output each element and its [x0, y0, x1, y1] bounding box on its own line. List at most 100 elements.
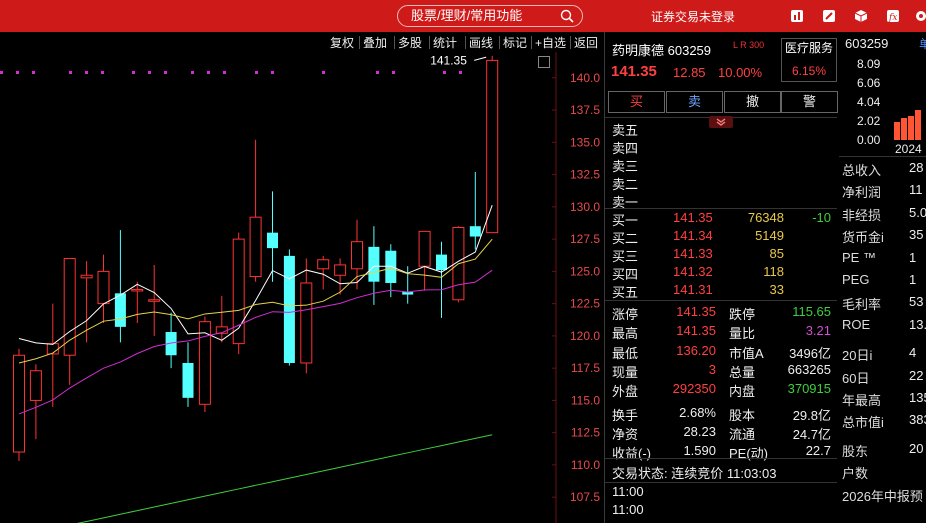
finance-label[interactable]: 货币金i: [842, 227, 884, 246]
event-marker: [443, 71, 446, 74]
candle-body: [182, 362, 194, 398]
event-marker: [322, 71, 325, 74]
draw-line-button[interactable]: 画线: [469, 34, 493, 51]
function-icon[interactable]: fx: [886, 9, 900, 23]
finance-label[interactable]: 60日: [842, 368, 869, 387]
bid-row[interactable]: 买三 141.33 85: [605, 246, 837, 264]
finance-label[interactable]: 户数: [842, 463, 868, 482]
bid-label: 买三: [612, 249, 639, 264]
stat-item: 最低 136.20: [612, 343, 716, 361]
ask-row[interactable]: 卖三: [605, 156, 837, 174]
finance-label[interactable]: 2026年中报预: [842, 486, 923, 505]
finance-axis-tick: 8.09: [857, 57, 881, 71]
price-tick-label: 125.0: [570, 264, 600, 278]
finance-label[interactable]: PE ™: [842, 250, 876, 265]
overlay-button[interactable]: 叠加: [363, 34, 387, 51]
candle-body: [29, 370, 42, 401]
panel-toggle-checkbox[interactable]: [538, 56, 550, 68]
buy-button[interactable]: 买: [608, 91, 665, 113]
divider: [839, 156, 926, 157]
stat-label: 市值A: [729, 345, 764, 361]
toolbar-separator: [570, 36, 571, 49]
divider: [605, 458, 837, 459]
price-tick-label: 122.5: [570, 297, 600, 311]
ask-row[interactable]: 卖二: [605, 174, 837, 192]
finance-label[interactable]: 总市值i: [842, 412, 884, 431]
multi-stock-button[interactable]: 多股: [398, 34, 422, 51]
finance-bar-chart: [894, 110, 921, 140]
finance-label[interactable]: 总收入: [842, 160, 881, 179]
ask-label: 卖三: [612, 159, 639, 174]
event-marker: [191, 71, 194, 74]
finance-label[interactable]: 股东: [842, 441, 868, 460]
sector-box[interactable]: 医疗服务 6.15%: [781, 38, 837, 82]
alert-button[interactable]: 警: [781, 91, 838, 113]
candlestick-chart[interactable]: 140.0 137.5 135.0 132.5 130.0 127.5 125.0 122.5…: [0, 52, 604, 523]
search-input[interactable]: 股票/理财/常用功能: [397, 5, 583, 27]
finance-label[interactable]: 毛利率: [842, 294, 881, 313]
ask-label: 卖二: [612, 177, 639, 192]
stat-value: 29.8亿: [792, 407, 831, 423]
finance-value: 11: [909, 182, 923, 198]
price-tick-label: 135.0: [570, 135, 600, 149]
event-marker: [132, 71, 135, 74]
finance-label[interactable]: 净利润: [842, 182, 881, 201]
statistics-button[interactable]: 统计: [433, 34, 457, 51]
stat-value: 141.35: [676, 323, 716, 339]
bid-row[interactable]: 买五 141.31 33: [605, 282, 837, 300]
stat-label: 换手: [612, 407, 639, 423]
finance-label[interactable]: 年最高: [842, 390, 881, 409]
edit-icon[interactable]: [822, 9, 836, 23]
login-status[interactable]: 证券交易未登录: [651, 8, 735, 25]
cube-icon[interactable]: [854, 9, 868, 23]
finance-value: 4: [909, 345, 917, 361]
stat-label: 最高: [612, 326, 639, 342]
finance-tab[interactable]: 单: [919, 35, 926, 52]
ask-row[interactable]: 卖四: [605, 138, 837, 156]
add-watchlist-button[interactable]: +自选: [535, 34, 566, 51]
bid-row[interactable]: 买四 141.32 118: [605, 264, 837, 282]
chart-icon[interactable]: [790, 9, 804, 23]
event-marker: [85, 71, 88, 74]
sell-button[interactable]: 卖: [666, 91, 723, 113]
adjust-button[interactable]: 复权: [330, 34, 354, 51]
event-marker: [255, 71, 258, 74]
finance-label[interactable]: 20日i: [842, 345, 872, 364]
candle-body: [486, 59, 499, 234]
cancel-order-button[interactable]: 撤: [724, 91, 781, 113]
bid-label: 买二: [612, 231, 639, 246]
event-marker: [271, 71, 274, 74]
toolbar-separator: [531, 36, 532, 49]
finance-value: 5.0: [909, 204, 926, 220]
stat-value: 115.65: [792, 304, 831, 319]
candle-body: [148, 299, 161, 302]
stock-code: 603259: [667, 43, 712, 58]
candle-body: [469, 226, 481, 237]
sector-name: 医疗服务: [784, 41, 833, 55]
finance-label[interactable]: ROE: [842, 317, 870, 332]
candle-body: [436, 254, 447, 271]
event-marker: [392, 71, 395, 74]
mark-button[interactable]: 标记: [503, 34, 527, 51]
ask-row[interactable]: 卖五: [605, 120, 837, 138]
ask-label: 卖四: [612, 141, 639, 156]
finance-label[interactable]: 非经损: [842, 205, 881, 224]
stat-item: 跌停 115.65: [729, 304, 831, 322]
divider: [605, 482, 837, 483]
price-tick-label: 120.0: [570, 329, 600, 343]
settings-icon[interactable]: [914, 9, 926, 23]
last-price-label: 141.35: [430, 53, 467, 67]
stat-item: 总量 663265: [729, 362, 831, 380]
price-tick-label: 127.5: [570, 232, 600, 246]
bid-row[interactable]: 买一 141.35 76348 -10: [605, 210, 837, 228]
event-marker: [69, 71, 72, 74]
price-tick-label: 107.5: [570, 490, 600, 504]
stat-label: 量比: [729, 326, 756, 342]
bid-row[interactable]: 买二 141.34 5149: [605, 228, 837, 246]
back-button[interactable]: 返回: [574, 34, 598, 51]
search-icon[interactable]: [560, 9, 574, 23]
finance-code: 603259: [845, 36, 889, 51]
finance-label[interactable]: PEG: [842, 272, 869, 287]
event-marker: [459, 71, 462, 74]
stat-value: 22.7: [805, 443, 831, 459]
